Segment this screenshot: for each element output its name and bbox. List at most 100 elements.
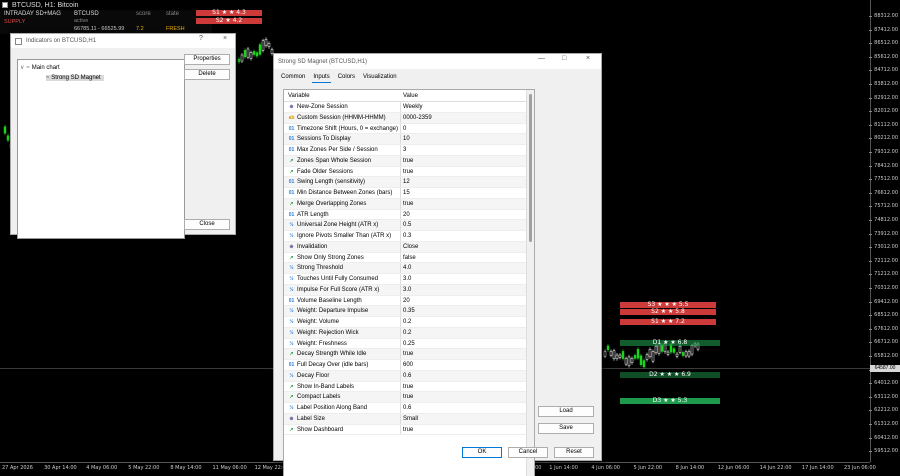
input-row[interactable]: ⊕ Label Size Small: [284, 413, 528, 425]
input-value-field[interactable]: 0.35: [403, 308, 415, 314]
input-value-field[interactable]: true: [403, 201, 413, 207]
save-button[interactable]: Save: [538, 423, 594, 434]
input-type-icon: ↗: [289, 351, 294, 358]
input-row[interactable]: ab Custom Session (HHMM-HHMM) 0000-2359: [284, 112, 528, 124]
input-value-field[interactable]: 3: [403, 147, 406, 153]
input-row[interactable]: ½ Decay Floor 0.6: [284, 370, 528, 382]
input-row[interactable]: 01 Max Zones Per Side / Session 3: [284, 145, 528, 156]
column-divider: [400, 252, 401, 263]
input-value-field[interactable]: Small: [403, 416, 418, 422]
input-value-field[interactable]: 12: [403, 179, 410, 185]
tab-visualization[interactable]: Visualization: [362, 74, 398, 83]
input-value-field[interactable]: true: [403, 351, 413, 357]
cancel-button[interactable]: Cancel: [508, 447, 548, 458]
input-value-field[interactable]: 0.6: [403, 405, 411, 411]
tab-inputs[interactable]: Inputs: [312, 74, 331, 83]
input-value-field[interactable]: 4.0: [403, 265, 411, 271]
input-value-field[interactable]: 0.3: [403, 233, 411, 239]
input-value-field[interactable]: 0.2: [403, 319, 411, 325]
input-row[interactable]: ↗ Show Dashboard true: [284, 424, 528, 436]
input-value-field[interactable]: Weekly: [403, 104, 423, 110]
ok-button[interactable]: OK: [462, 447, 502, 458]
properties-button[interactable]: Properties: [184, 54, 230, 65]
input-row[interactable]: ↗ Zones Span Whole Session true: [284, 155, 528, 167]
time-tick-label: 8 Jun 14:00: [675, 465, 705, 471]
delete-button[interactable]: Delete: [184, 69, 230, 80]
input-row[interactable]: ½ Weight: Departure Impulse 0.35: [284, 306, 528, 317]
input-value-field[interactable]: 0000-2359: [403, 115, 432, 121]
input-row[interactable]: ½ Impulse For Full Score (ATR x) 3.0: [284, 284, 528, 296]
input-value-field[interactable]: 10: [403, 136, 410, 142]
maximize-icon[interactable]: □: [562, 55, 566, 62]
input-row[interactable]: ↗ Show In-Band Labels true: [284, 381, 528, 393]
indicator-icon: ≈: [46, 75, 50, 81]
input-row[interactable]: ½ Touches Until Fully Consumed 3.0: [284, 274, 528, 285]
input-value-field[interactable]: 0.6: [403, 373, 411, 379]
input-value-field[interactable]: 0.5: [403, 222, 411, 228]
input-row[interactable]: ↗ Merge Overlapping Zones true: [284, 198, 528, 210]
input-value-field[interactable]: 15: [403, 190, 410, 196]
input-value-field[interactable]: true: [403, 427, 413, 433]
input-row[interactable]: ⊕ Invalidation Close: [284, 241, 528, 253]
input-row[interactable]: ½ Weight: Volume 0.2: [284, 317, 528, 328]
tree-item-strong-sd-magnet[interactable]: ≈ Strong SD Magnet: [46, 75, 104, 81]
load-button[interactable]: Load: [538, 406, 594, 417]
input-row[interactable]: ½ Strong Threshold 4.0: [284, 263, 528, 274]
input-value-field[interactable]: 600: [403, 362, 413, 368]
input-row[interactable]: ↗ Decay Strength While Idle true: [284, 349, 528, 360]
input-row[interactable]: ½ Universal Zone Height (ATR x) 0.5: [284, 220, 528, 231]
close-button[interactable]: Close: [184, 219, 230, 230]
column-header-value[interactable]: Value: [403, 93, 418, 99]
indicators-dialog-title-bar: Indicators on BTCUSD,H1 ? ×: [11, 34, 235, 48]
grid-scrollbar[interactable]: [526, 90, 534, 476]
input-row[interactable]: 01 Volume Baseline Length 20: [284, 295, 528, 307]
properties-dialog-title: Strong SD Magnet (BTCUSD,H1): [278, 58, 368, 65]
input-value-field[interactable]: false: [403, 255, 416, 261]
input-value-field[interactable]: Close: [403, 244, 418, 250]
input-value-field[interactable]: 0.2: [403, 330, 411, 336]
input-value-field[interactable]: 3.0: [403, 276, 411, 282]
tab-common[interactable]: Common: [280, 74, 306, 83]
tab-colors[interactable]: Colors: [337, 74, 356, 83]
input-row[interactable]: ½ Weight: Freshness 0.25: [284, 338, 528, 350]
tree-item-main-chart[interactable]: ∨ ≈ Main chart: [20, 64, 60, 72]
input-row[interactable]: 01 Sessions To Display 10: [284, 134, 528, 145]
input-row[interactable]: ↗ Compact Labels true: [284, 392, 528, 403]
input-value-field[interactable]: 3.0: [403, 287, 411, 293]
input-value-field[interactable]: true: [403, 394, 413, 400]
close-icon[interactable]: ×: [223, 35, 227, 42]
indicator-tree[interactable]: ∨ ≈ Main chart ≈ Strong SD Magnet: [17, 59, 185, 239]
column-divider: [400, 145, 401, 155]
input-value-field[interactable]: true: [403, 169, 413, 175]
collapse-icon[interactable]: ∨: [20, 64, 24, 71]
input-value-field[interactable]: 0: [403, 126, 406, 132]
candle-body: [651, 351, 655, 362]
input-value-field[interactable]: 20: [403, 212, 410, 218]
input-value-field[interactable]: true: [403, 158, 413, 164]
input-value-field[interactable]: true: [403, 384, 413, 390]
column-header-variable[interactable]: Variable: [288, 93, 310, 99]
input-row[interactable]: ↗ Show Only Strong Zones false: [284, 252, 528, 264]
input-value-field[interactable]: 0.25: [403, 341, 415, 347]
input-value-field[interactable]: 20: [403, 298, 410, 304]
price-axis[interactable]: 88312.00 87412.00 86512.00 85612.00 84712.00…: [869, 0, 900, 462]
input-row[interactable]: ⊕ New-Zone Session Weekly: [284, 102, 528, 113]
minimize-icon[interactable]: —: [538, 55, 545, 62]
column-divider: [400, 166, 401, 177]
scrollbar-thumb[interactable]: [529, 94, 532, 242]
input-row[interactable]: 01 ATR Length 20: [284, 209, 528, 221]
input-row[interactable]: 01 Min Distance Between Zones (bars) 15: [284, 188, 528, 199]
input-row[interactable]: ½ Weight: Rejection Wick 0.2: [284, 327, 528, 339]
inputs-grid[interactable]: Variable Value ⊕ New-Zone Session Weekly ab…: [283, 89, 535, 476]
reset-button[interactable]: Reset: [554, 447, 594, 458]
input-row[interactable]: ½ Label Position Along Band 0.6: [284, 403, 528, 414]
input-row[interactable]: 01 Timezone Shift (Hours, 0 = exchange) 0: [284, 123, 528, 135]
input-row[interactable]: 01 Full Decay Over (idle bars) 600: [284, 360, 528, 371]
candle-body: [255, 52, 259, 57]
close-icon[interactable]: ×: [586, 55, 590, 62]
input-row[interactable]: 01 Swing Length (sensitivity) 12: [284, 177, 528, 188]
help-icon[interactable]: ?: [199, 35, 203, 42]
input-row[interactable]: ↗ Fade Older Sessions true: [284, 166, 528, 178]
input-row[interactable]: ½ Ignore Pivots Smaller Than (ATR x) 0.3: [284, 231, 528, 242]
candle-body: [642, 360, 646, 368]
